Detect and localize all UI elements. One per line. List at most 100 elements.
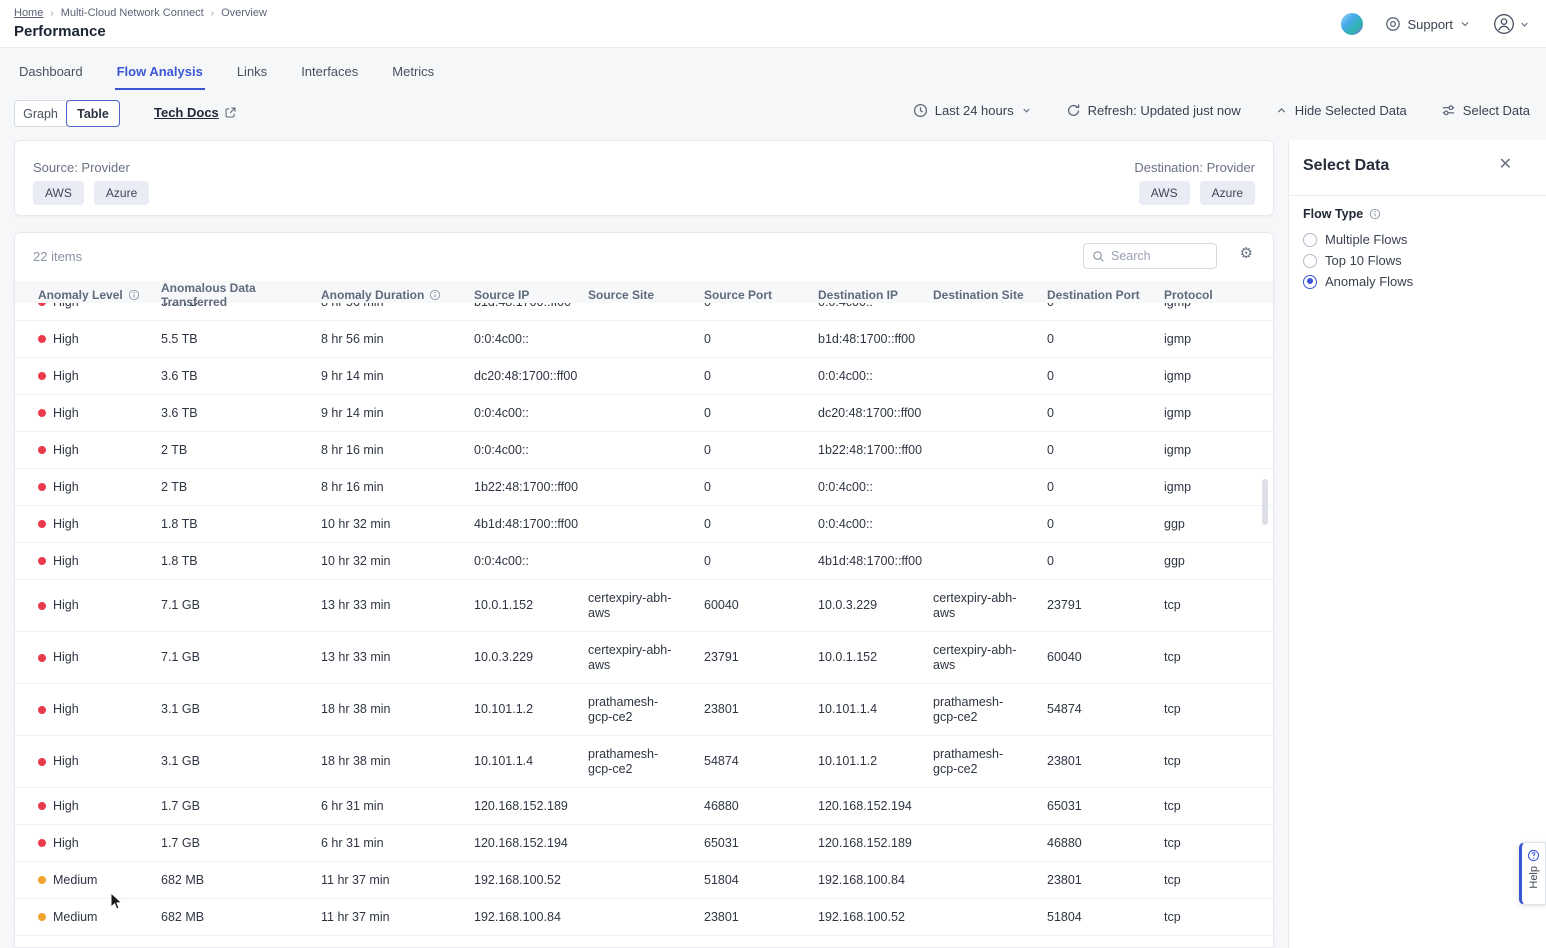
anomaly-duration-cell: 8 hr 56 min: [321, 332, 474, 347]
column-header[interactable]: Protocol: [1164, 288, 1273, 302]
refresh-button[interactable]: Refresh: Updated just now: [1066, 103, 1241, 118]
close-icon[interactable]: ✕: [1499, 157, 1512, 173]
table-row[interactable]: High 3.1 GB 18 hr 38 min 10.101.1.2 prat…: [15, 684, 1273, 736]
tech-docs-link[interactable]: Tech Docs: [154, 105, 237, 120]
radio-button[interactable]: [1303, 275, 1317, 289]
flow-type-radio-option[interactable]: Anomaly Flows: [1303, 274, 1413, 289]
tab[interactable]: Dashboard: [17, 58, 85, 90]
destination-port-cell: 0: [1047, 369, 1164, 384]
anomaly-duration-cell: 18 hr 38 min: [321, 754, 474, 769]
column-header[interactable]: Source Port: [704, 288, 818, 302]
source-port-cell: 46880: [704, 799, 818, 814]
table-settings-gear-icon[interactable]: ⚙: [1240, 246, 1253, 261]
table-row[interactable]: Medium 682 MB 11 hr 37 min 192.168.100.5…: [15, 862, 1273, 899]
table-row[interactable]: Medium 682 MB 11 hr 37 min 192.168.100.8…: [15, 899, 1273, 936]
anomaly-level-dot: [38, 483, 46, 491]
time-range-selector[interactable]: Last 24 hours: [913, 103, 1032, 118]
destination-port-cell: 54874: [1047, 702, 1164, 717]
chevron-down-icon: [1459, 18, 1471, 30]
user-menu[interactable]: [1493, 13, 1530, 35]
table-row[interactable]: High 2 TB 8 hr 16 min 1b22:48:1700::ff00…: [15, 469, 1273, 506]
provider-chip[interactable]: AWS: [1139, 181, 1190, 205]
anomaly-level-cell: High: [38, 754, 161, 769]
source-ip-cell: 120.168.152.189: [474, 799, 588, 814]
external-link-icon: [224, 106, 237, 119]
search-icon: [1092, 250, 1105, 263]
breadcrumb-section[interactable]: Multi-Cloud Network Connect: [61, 7, 204, 19]
search-box[interactable]: [1083, 243, 1217, 269]
destination-ip-cell: dc20:48:1700::ff00: [818, 406, 933, 421]
support-icon: [1385, 16, 1401, 32]
tab[interactable]: Links: [235, 58, 269, 90]
tab[interactable]: Flow Analysis: [115, 58, 205, 90]
anomaly-level-cell: Medium: [38, 873, 161, 888]
anomaly-duration-cell: 10 hr 32 min: [321, 554, 474, 569]
radio-button[interactable]: [1303, 254, 1317, 268]
table-row[interactable]: High 1.8 TB 10 hr 32 min 4b1d:48:1700::f…: [15, 506, 1273, 543]
provider-chip[interactable]: Azure: [1200, 181, 1255, 205]
column-header[interactable]: Anomaly Level: [38, 288, 161, 302]
radio-button[interactable]: [1303, 233, 1317, 247]
provider-chip[interactable]: AWS: [33, 181, 84, 205]
table-view-button[interactable]: Table: [66, 100, 120, 127]
anomaly-level-dot: [38, 758, 46, 766]
vertical-scrollbar-thumb[interactable]: [1262, 479, 1268, 525]
info-icon[interactable]: [128, 289, 140, 301]
column-header[interactable]: Destination IP: [818, 288, 933, 302]
anomaly-level-cell: High: [38, 332, 161, 347]
table-body: High 5.5 TB 8 hr 56 min b1d:48:1700::ff0…: [15, 303, 1273, 936]
table-row[interactable]: High 7.1 GB 13 hr 33 min 10.0.3.229 cert…: [15, 632, 1273, 684]
table-row[interactable]: High 7.1 GB 13 hr 33 min 10.0.1.152 cert…: [15, 580, 1273, 632]
data-transferred-cell: 2 TB: [161, 480, 321, 495]
hide-selected-data-button[interactable]: Hide Selected Data: [1275, 103, 1407, 118]
column-header[interactable]: Destination Port: [1047, 288, 1164, 302]
table-row[interactable]: High 1.7 GB 6 hr 31 min 120.168.152.194 …: [15, 825, 1273, 862]
column-header[interactable]: Source Site: [588, 288, 704, 302]
table-row[interactable]: High 5.5 TB 8 hr 56 min 0:0:4c00:: 0 b1d…: [15, 321, 1273, 358]
select-data-button[interactable]: Select Data: [1441, 103, 1530, 118]
destination-port-cell: 0: [1047, 332, 1164, 347]
table-row[interactable]: High 1.8 TB 10 hr 32 min 0:0:4c00:: 0 4b…: [15, 543, 1273, 580]
anomaly-level-cell: High: [38, 598, 161, 613]
protocol-cell: igmp: [1164, 332, 1273, 347]
anomaly-level-dot: [38, 802, 46, 810]
source-port-cell: 23801: [704, 702, 818, 717]
destination-port-cell: 0: [1047, 480, 1164, 495]
data-transferred-cell: 682 MB: [161, 910, 321, 925]
table-row[interactable]: High 3.1 GB 18 hr 38 min 10.101.1.4 prat…: [15, 736, 1273, 788]
avatar-icon: [1493, 13, 1515, 35]
anomaly-level-dot: [38, 446, 46, 454]
destination-port-cell: 51804: [1047, 910, 1164, 925]
graph-view-button[interactable]: Graph: [14, 100, 67, 127]
column-header[interactable]: Source IP: [474, 288, 588, 302]
column-header-label: Protocol: [1164, 288, 1213, 302]
data-transferred-cell: 5.5 TB: [161, 332, 321, 347]
table-row[interactable]: High 1.7 GB 6 hr 31 min 120.168.152.189 …: [15, 788, 1273, 825]
search-input[interactable]: [1111, 249, 1208, 263]
table-row[interactable]: High 3.6 TB 9 hr 14 min dc20:48:1700::ff…: [15, 358, 1273, 395]
flow-type-radio-option[interactable]: Multiple Flows: [1303, 232, 1413, 247]
column-header[interactable]: Destination Site: [933, 288, 1047, 302]
table-row[interactable]: High 2 TB 8 hr 16 min 0:0:4c00:: 0 1b22:…: [15, 432, 1273, 469]
info-icon[interactable]: [1369, 208, 1381, 220]
provider-chip[interactable]: Azure: [94, 181, 149, 205]
protocol-cell: tcp: [1164, 836, 1273, 851]
breadcrumb-home-link[interactable]: Home: [14, 7, 43, 19]
data-transferred-cell: 1.7 GB: [161, 799, 321, 814]
column-header[interactable]: Anomaly Duration: [321, 288, 474, 302]
destination-ip-cell: 10.101.1.4: [818, 702, 933, 717]
tab[interactable]: Metrics: [390, 58, 436, 90]
flow-type-radio-option[interactable]: Top 10 Flows: [1303, 253, 1413, 268]
table-row[interactable]: High 3.6 TB 9 hr 14 min 0:0:4c00:: 0 dc2…: [15, 395, 1273, 432]
tab[interactable]: Interfaces: [299, 58, 360, 90]
info-icon[interactable]: [429, 289, 441, 301]
column-header[interactable]: Anomalous Data Transferred: [161, 281, 321, 309]
support-menu[interactable]: Support: [1385, 16, 1471, 32]
destination-provider-label: Destination: Provider: [1134, 160, 1255, 175]
destination-ip-cell: 10.0.3.229: [818, 598, 933, 613]
anomaly-level-cell: High: [38, 650, 161, 665]
anomaly-duration-cell: 9 hr 14 min: [321, 406, 474, 421]
page-title: Performance: [14, 23, 106, 40]
data-transferred-cell: 3.1 GB: [161, 754, 321, 769]
help-tab[interactable]: Help: [1519, 842, 1546, 905]
